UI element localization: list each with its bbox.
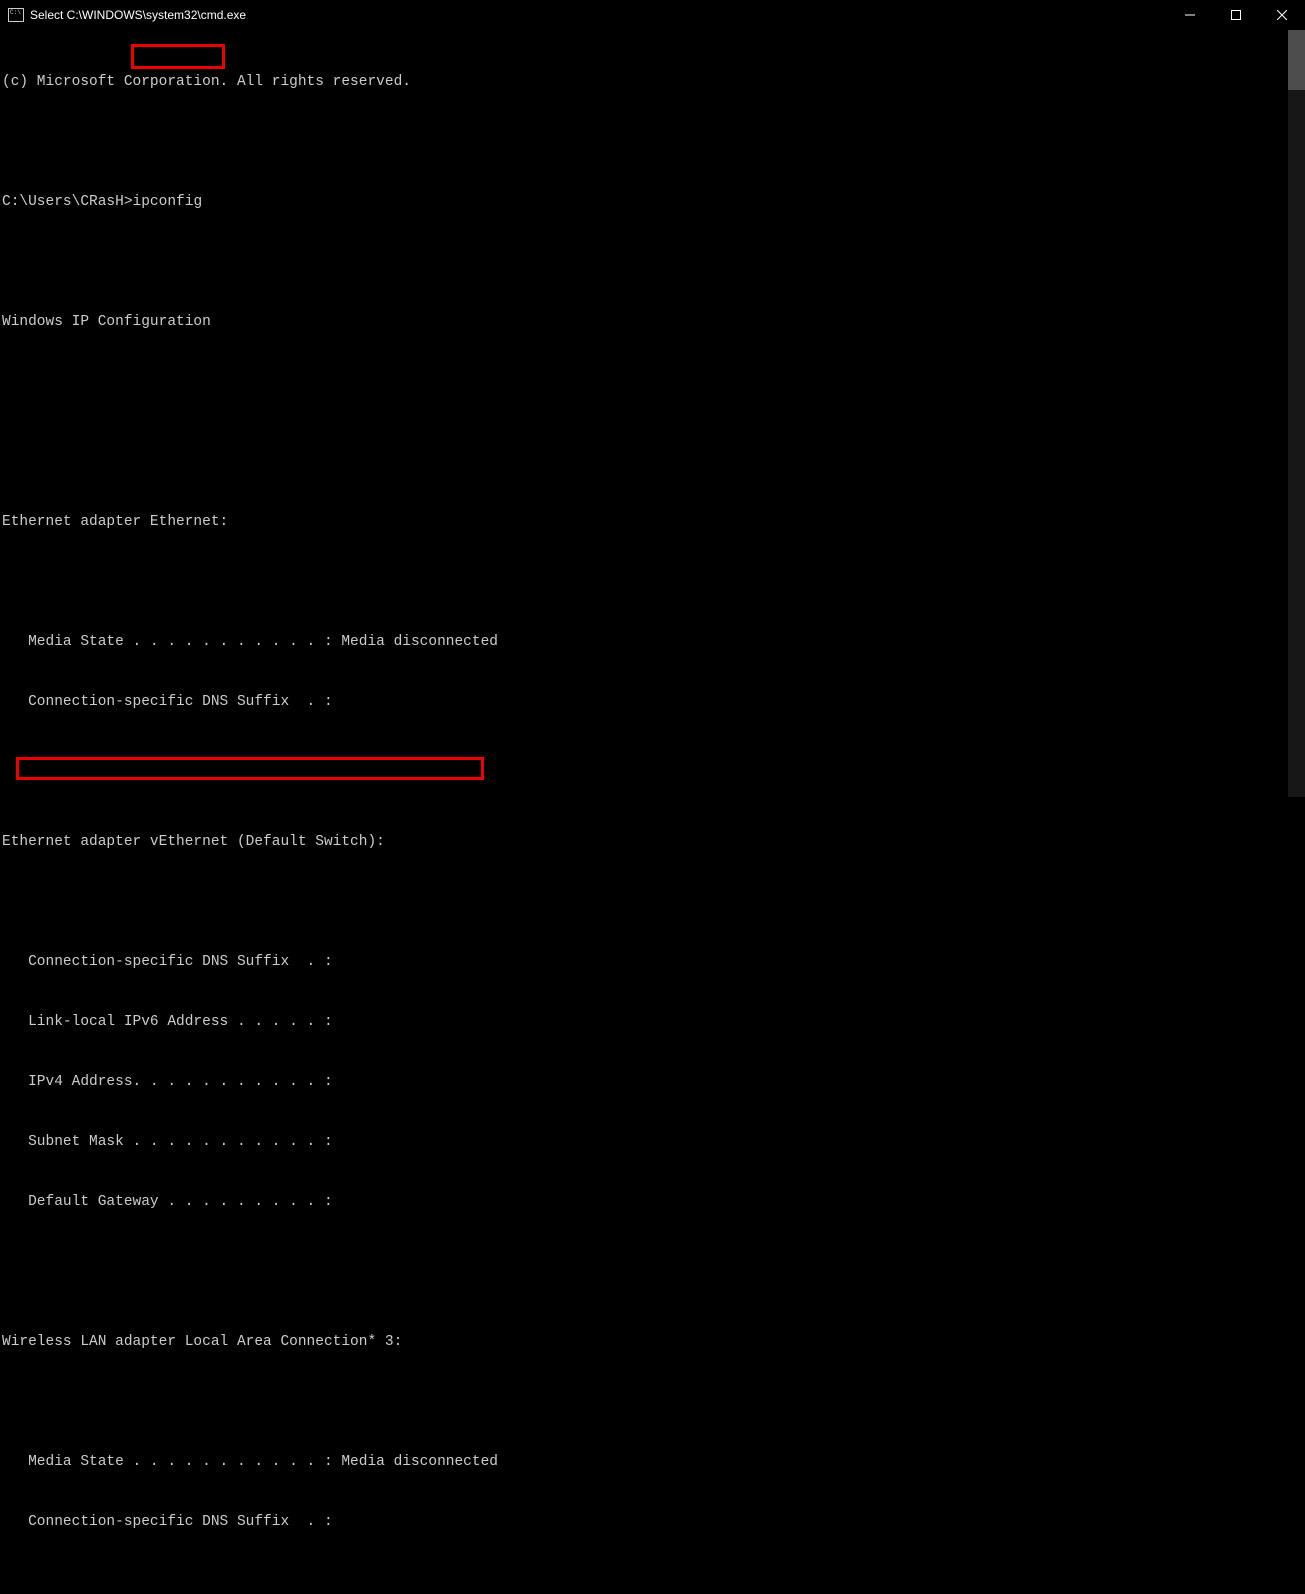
titlebar-left: Select C:\WINDOWS\system32\cmd.exe	[0, 8, 246, 22]
wlan3-title: Wireless LAN adapter Local Area Connecti…	[0, 1332, 1305, 1352]
blank-line	[0, 752, 1305, 772]
blank-line	[0, 132, 1305, 152]
copyright-line: (c) Microsoft Corporation. All rights re…	[0, 72, 1305, 92]
vethernet-gateway: Default Gateway . . . . . . . . . :	[0, 1192, 1305, 1212]
vethernet-ipv6: Link-local IPv6 Address . . . . . :	[0, 1012, 1305, 1032]
wlan3-dns-suffix: Connection-specific DNS Suffix . :	[0, 1512, 1305, 1532]
scrollbar-thumb[interactable]	[1288, 30, 1305, 90]
maximize-icon	[1231, 10, 1241, 20]
ethernet-title: Ethernet adapter Ethernet:	[0, 512, 1305, 532]
blank-line	[0, 252, 1305, 272]
command-text: ipconfig	[133, 194, 203, 210]
prompt-line: C:\Users\CRasH>ipconfig	[0, 192, 1305, 212]
ethernet-dns-suffix: Connection-specific DNS Suffix . :	[0, 692, 1305, 712]
minimize-icon	[1185, 10, 1195, 20]
prompt-path: C:\Users\CRasH>	[2, 194, 133, 210]
ethernet-media-state: Media State . . . . . . . . . . . : Medi…	[0, 632, 1305, 652]
titlebar[interactable]: Select C:\WINDOWS\system32\cmd.exe	[0, 0, 1305, 30]
blank-line	[0, 1392, 1305, 1412]
scrollbar-track[interactable]	[1288, 30, 1305, 797]
ipconfig-header: Windows IP Configuration	[0, 312, 1305, 332]
vethernet-title: Ethernet adapter vEthernet (Default Swit…	[0, 832, 1305, 852]
vethernet-dns-suffix: Connection-specific DNS Suffix . :	[0, 952, 1305, 972]
close-icon	[1277, 10, 1287, 20]
cmd-icon	[8, 8, 24, 22]
maximize-button[interactable]	[1213, 0, 1259, 29]
blank-line	[0, 432, 1305, 452]
blank-line	[0, 372, 1305, 392]
window-controls	[1167, 0, 1305, 29]
minimize-button[interactable]	[1167, 0, 1213, 29]
vethernet-ipv4: IPv4 Address. . . . . . . . . . . :	[0, 1072, 1305, 1092]
terminal-output[interactable]: (c) Microsoft Corporation. All rights re…	[0, 30, 1305, 1594]
close-button[interactable]	[1259, 0, 1305, 29]
window-title: Select C:\WINDOWS\system32\cmd.exe	[30, 8, 246, 22]
wlan3-media-state: Media State . . . . . . . . . . . : Medi…	[0, 1452, 1305, 1472]
blank-line	[0, 1572, 1305, 1592]
blank-line	[0, 892, 1305, 912]
blank-line	[0, 1252, 1305, 1272]
blank-line	[0, 572, 1305, 592]
vethernet-subnet: Subnet Mask . . . . . . . . . . . :	[0, 1132, 1305, 1152]
